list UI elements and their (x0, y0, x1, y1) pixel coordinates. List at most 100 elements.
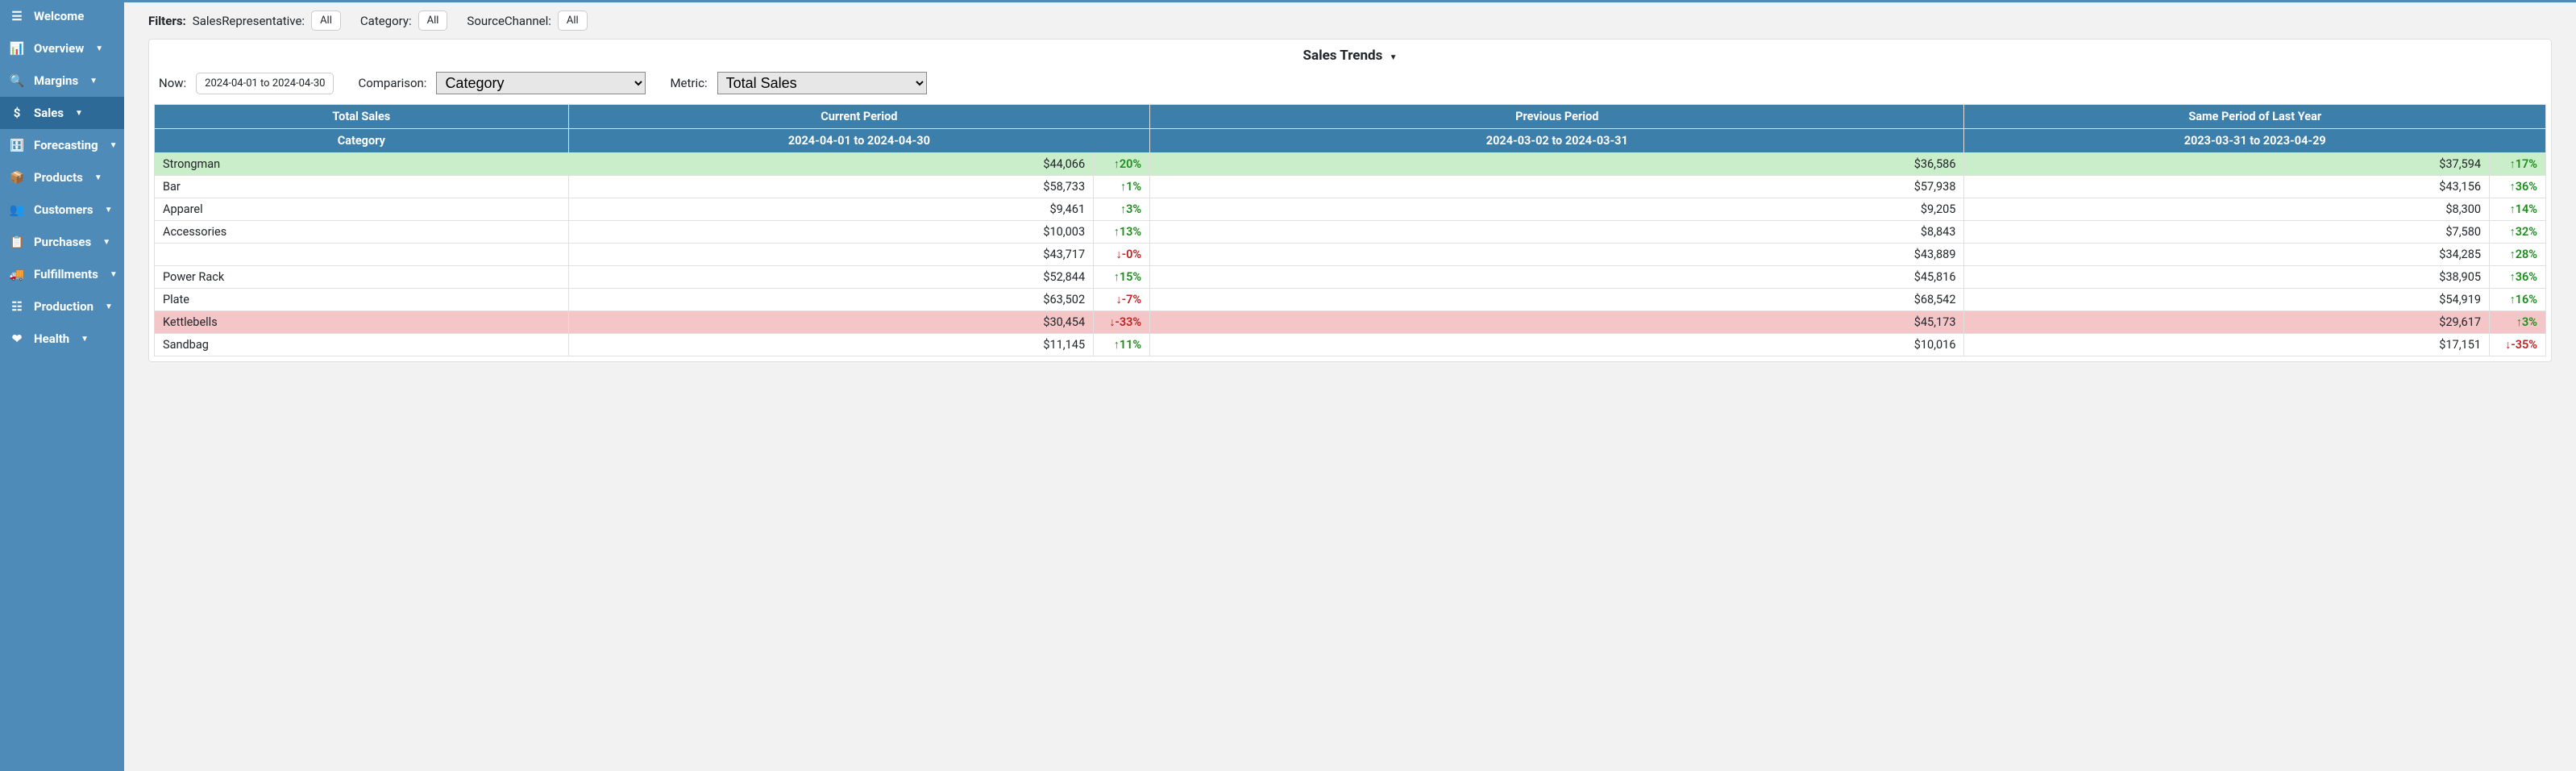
cell-current-pct: ↑13% (1094, 221, 1150, 244)
menu-icon: ☰ (10, 9, 24, 23)
now-label: Now: (159, 76, 186, 90)
clipboard-icon: 📋 (10, 235, 24, 249)
table-row: Plate$63,502↓-7%$68,542$54,919↑16% (155, 289, 2546, 311)
cell-category (155, 244, 569, 266)
cell-current-pct: ↑20% (1094, 153, 1150, 176)
sidebar-item-forecasting[interactable]: 🗄Forecasting▼ (0, 129, 124, 161)
cell-lastyear-value: $8,300 (1964, 198, 2490, 221)
cell-lastyear-value: $29,617 (1964, 311, 2490, 334)
cell-lastyear-pct: ↑16% (2490, 289, 2546, 311)
caret-down-icon: ▼ (110, 141, 118, 150)
sidebar-item-label: Products (34, 170, 83, 185)
caret-down-icon: ▼ (105, 206, 113, 215)
cell-lastyear-value: $38,905 (1964, 266, 2490, 289)
sales-trends-table: Total Sales Current Period Previous Peri… (154, 104, 2546, 356)
th-cur-range: 2024-04-01 to 2024-04-30 (568, 129, 1149, 153)
sidebar-item-label: Customers (34, 202, 93, 217)
chart-bar-icon: 📊 (10, 41, 24, 56)
sidebar-item-customers[interactable]: 👥 Customers ▼ (0, 194, 124, 226)
caret-down-icon: ▼ (75, 109, 83, 118)
filter-salesrep-label: SalesRepresentative: (193, 14, 305, 28)
filter-sourcechannel-value[interactable]: All (558, 10, 588, 31)
panel-title[interactable]: Sales Trends ▼ (149, 40, 2551, 69)
metric-select[interactable]: Total Sales (717, 72, 927, 94)
layers-icon: ☷ (10, 299, 24, 314)
cell-previous-value: $43,889 (1150, 244, 1964, 266)
cell-category: Accessories (155, 221, 569, 244)
th-prev-range: 2024-03-02 to 2024-03-31 (1150, 129, 1964, 153)
caret-down-icon: ▼ (89, 77, 98, 85)
sidebar-item-label: Fulfillments (34, 267, 98, 281)
caret-down-icon: ▼ (1390, 53, 1398, 62)
sidebar-item-margins[interactable]: 🔍 Margins ▼ (0, 65, 124, 97)
cell-previous-value: $45,173 (1150, 311, 1964, 334)
cell-current-pct: ↑11% (1094, 334, 1150, 356)
cell-category: Kettlebells (155, 311, 569, 334)
th-previous-period: Previous Period (1150, 105, 1964, 129)
sidebar-item-products[interactable]: 📦 Products ▼ (0, 161, 124, 194)
sidebar-item-label: Sales (34, 106, 64, 120)
cell-current-pct: ↑3% (1094, 198, 1150, 221)
cell-current-value: $43,717 (568, 244, 1093, 266)
cell-current-value: $58,733 (568, 176, 1093, 198)
people-icon: 👥 (10, 202, 24, 217)
sidebar-item-fulfillments[interactable]: 🚚 Fulfillments ▼ (0, 258, 124, 290)
filter-salesrep-value[interactable]: All (311, 10, 341, 31)
sidebar-item-production[interactable]: ☷Production▼ (0, 290, 124, 323)
cell-lastyear-value: $34,285 (1964, 244, 2490, 266)
table-row: Sandbag$11,145↑11%$10,016$17,151↓-35% (155, 334, 2546, 356)
th-current-period: Current Period (568, 105, 1149, 129)
sidebar-item-label: Welcome (34, 9, 84, 23)
cell-current-value: $11,145 (568, 334, 1093, 356)
cell-current-pct: ↓-33% (1094, 311, 1150, 334)
cell-current-value: $9,461 (568, 198, 1093, 221)
filters-label: Filters: (148, 14, 186, 28)
filter-sourcechannel-label: SourceChannel: (467, 14, 551, 28)
cell-lastyear-pct: ↓-35% (2490, 334, 2546, 356)
cell-category: Bar (155, 176, 569, 198)
sidebar-item-welcome[interactable]: ☰ Welcome (0, 0, 124, 32)
cell-current-value: $30,454 (568, 311, 1093, 334)
comparison-label: Comparison: (358, 76, 426, 90)
filter-bar: Filters: SalesRepresentative: All Catego… (124, 2, 2576, 39)
cell-lastyear-value: $43,156 (1964, 176, 2490, 198)
table-header-row-1: Total Sales Current Period Previous Peri… (155, 105, 2546, 129)
cell-lastyear-value: $37,594 (1964, 153, 2490, 176)
heartbeat-icon: ❤ (10, 331, 24, 346)
table-row: Kettlebells$30,454↓-33%$45,173$29,617↑3% (155, 311, 2546, 334)
caret-down-icon: ▼ (94, 173, 102, 182)
cell-category: Plate (155, 289, 569, 311)
cell-current-pct: ↑1% (1094, 176, 1150, 198)
cell-previous-value: $9,205 (1150, 198, 1964, 221)
cell-previous-value: $68,542 (1150, 289, 1964, 311)
filter-category-value[interactable]: All (418, 10, 448, 31)
th-total-sales: Total Sales (155, 105, 569, 129)
cell-current-pct: ↓-7% (1094, 289, 1150, 311)
th-ly-range: 2023-03-31 to 2023-04-29 (1964, 129, 2546, 153)
comparison-select[interactable]: Category (436, 72, 646, 94)
table-row: Apparel$9,461↑3%$9,205$8,300↑14% (155, 198, 2546, 221)
cell-category: Apparel (155, 198, 569, 221)
cell-previous-value: $10,016 (1150, 334, 1964, 356)
now-daterange[interactable]: 2024-04-01 to 2024-04-30 (196, 73, 334, 94)
cell-lastyear-pct: ↑14% (2490, 198, 2546, 221)
sidebar-item-sales[interactable]: $ Sales ▼ (0, 97, 124, 129)
box-icon: 📦 (10, 170, 24, 185)
sidebar-item-label: Margins (34, 73, 78, 88)
truck-icon: 🚚 (10, 267, 24, 281)
cell-current-value: $44,066 (568, 153, 1093, 176)
database-icon: 🗄 (10, 138, 24, 152)
dollar-icon: $ (10, 106, 24, 120)
sidebar-item-purchases[interactable]: 📋Purchases▼ (0, 226, 124, 258)
sidebar-item-label: Purchases (34, 235, 91, 249)
caret-down-icon: ▼ (110, 270, 118, 279)
cell-current-value: $63,502 (568, 289, 1093, 311)
cell-previous-value: $57,938 (1150, 176, 1964, 198)
caret-down-icon: ▼ (95, 44, 103, 53)
magnify-icon: 🔍 (10, 73, 24, 88)
sidebar-item-label: Overview (34, 41, 84, 56)
cell-current-pct: ↑15% (1094, 266, 1150, 289)
table-row: Power Rack$52,844↑15%$45,816$38,905↑36% (155, 266, 2546, 289)
sidebar-item-health[interactable]: ❤Health▼ (0, 323, 124, 355)
sidebar-item-overview[interactable]: 📊 Overview ▼ (0, 32, 124, 65)
